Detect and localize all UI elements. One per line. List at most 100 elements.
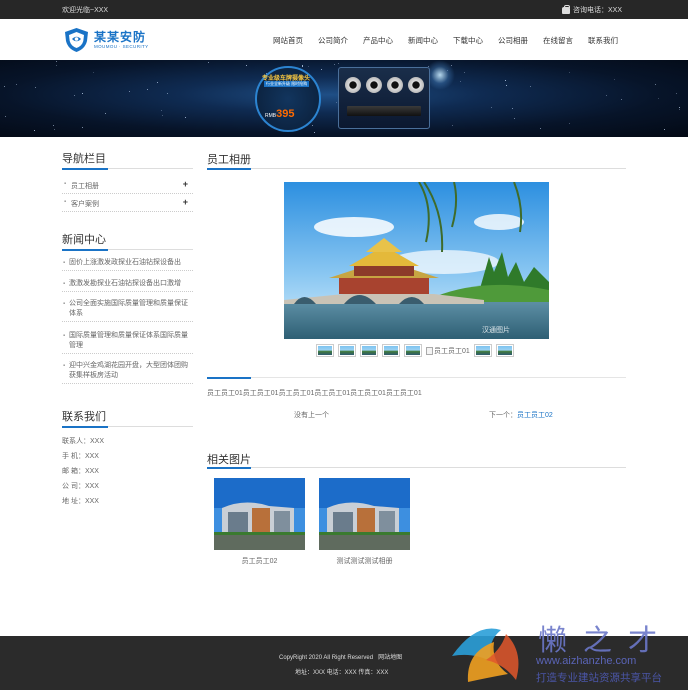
- news-link[interactable]: 迎中兴金鸡湖花园开盘，大型团体团购获集样板房活动: [69, 362, 188, 379]
- sidebar-news-title: 新闻中心: [62, 234, 106, 246]
- divider: [62, 248, 193, 251]
- promo-subtitle: 行业全新升级 限时抢购: [264, 81, 310, 87]
- news-link[interactable]: 固价上涨激发政探业石油钻探设备出: [69, 259, 181, 266]
- news-link[interactable]: 激激发勘探业石油钻探设备出口激增: [69, 280, 181, 287]
- building-photo[interactable]: [214, 478, 305, 550]
- welcome-text: 欢迎光临~XXX: [62, 7, 109, 14]
- thumbnail[interactable]: [496, 344, 514, 357]
- camera-product-image: [338, 67, 430, 129]
- banner: 专业级车牌摄像头 行业全新升级 限时抢购 RMB395: [0, 60, 688, 137]
- next-label: 下一个：: [489, 412, 517, 419]
- star: [679, 107, 680, 108]
- sitemap-link[interactable]: 网站地图: [378, 655, 402, 661]
- price-value: 395: [276, 108, 295, 120]
- top-bar: 欢迎光临~XXX 咨询电话：XXX: [0, 0, 688, 19]
- bullet-icon: ▪: [63, 260, 66, 266]
- camera-icon: [366, 77, 382, 93]
- nav-album[interactable]: 公司相册: [498, 35, 528, 46]
- star: [512, 108, 513, 109]
- thumbnail[interactable]: [360, 344, 378, 357]
- related-card[interactable]: 测试测试测试相册: [319, 478, 410, 566]
- nav-products[interactable]: 产品中心: [363, 35, 393, 46]
- star: [82, 127, 83, 128]
- star: [54, 129, 55, 130]
- related-caption[interactable]: 员工员工02: [214, 556, 305, 566]
- related-caption[interactable]: 测试测试测试相册: [319, 556, 410, 566]
- news-item[interactable]: ▪ 激激发勘探业石油钻探设备出口激增: [62, 279, 193, 292]
- star: [5, 116, 6, 117]
- nav-download[interactable]: 下载中心: [453, 35, 483, 46]
- watermark-url: www.aizhanzhe.com: [536, 655, 637, 667]
- news-item[interactable]: ▪ 固价上涨激发政探业石油钻探设备出: [62, 258, 193, 271]
- star: [621, 99, 622, 100]
- star: [506, 85, 507, 86]
- star: [491, 107, 492, 108]
- thumbnail[interactable]: [338, 344, 356, 357]
- bullet-icon: ▪: [63, 333, 66, 339]
- news-item[interactable]: ▪ 国际质量管理和质量保证体系国际质量管理: [62, 331, 193, 354]
- svg-text:汉通图片: 汉通图片: [482, 325, 510, 334]
- nav-news[interactable]: 新闻中心: [408, 35, 438, 46]
- divider: [207, 466, 626, 469]
- star: [658, 98, 659, 99]
- star: [157, 82, 158, 83]
- nav-message[interactable]: 在线留言: [543, 35, 573, 46]
- thumbnail[interactable]: [474, 344, 492, 357]
- thumbnail[interactable]: [382, 344, 400, 357]
- building-photo[interactable]: [319, 478, 410, 550]
- star: [105, 113, 106, 114]
- star: [569, 123, 570, 124]
- dvr-recorder: [347, 106, 421, 116]
- news-link[interactable]: 国际质量管理和质量保证体系国际质量管理: [69, 332, 188, 349]
- star: [147, 89, 148, 90]
- header: 某某安防 MOUMOU · SECURITY 网站首页 公司简介 产品中心 新闻…: [0, 19, 688, 60]
- footer-copyright-line: CopyRight 2020 All Right Reserved 网站地图: [279, 652, 402, 661]
- related-card[interactable]: 员工员工02: [214, 478, 305, 566]
- contact-company: 公 司：XXX: [62, 483, 99, 490]
- bullet-icon: ▪: [64, 181, 67, 187]
- nav-home[interactable]: 网站首页: [273, 35, 303, 46]
- star: [452, 125, 453, 126]
- phone-icon: [561, 4, 570, 14]
- footer-contact-info: 地址：XXX 电话：XXX 传真：XXX: [295, 670, 389, 676]
- star: [540, 128, 541, 129]
- star: [606, 95, 607, 96]
- news-link[interactable]: 公司全面实施国际质量管理和质量保证体系: [69, 300, 188, 317]
- star: [334, 64, 335, 65]
- logo[interactable]: 某某安防 MOUMOU · SECURITY: [63, 27, 149, 53]
- star: [82, 93, 83, 94]
- contact-email: 邮 箱：XXX: [62, 468, 99, 475]
- nav-about[interactable]: 公司简介: [318, 35, 348, 46]
- album-main-photo[interactable]: 汉通图片: [284, 182, 549, 339]
- star: [16, 84, 17, 85]
- star: [56, 61, 57, 62]
- star: [185, 117, 186, 118]
- star: [167, 93, 168, 94]
- star: [338, 63, 339, 64]
- star: [679, 109, 680, 110]
- thumbnail[interactable]: [316, 344, 334, 357]
- camera-icon: [387, 77, 403, 93]
- bullet-icon: ▪: [63, 281, 66, 287]
- sidebar-item-staff-album[interactable]: ▪ 员工相册 +: [62, 176, 193, 194]
- star: [464, 72, 465, 73]
- plus-icon[interactable]: +: [183, 179, 188, 189]
- shield-logo-icon: [65, 28, 88, 52]
- star: [161, 110, 162, 111]
- nav-contact[interactable]: 联系我们: [588, 35, 618, 46]
- related-title: 相关图片: [207, 454, 251, 466]
- news-item[interactable]: ▪ 公司全面实施国际质量管理和质量保证体系: [62, 299, 193, 322]
- sidebar-item-cases[interactable]: ▪ 客户案例 +: [62, 194, 193, 212]
- star: [676, 93, 677, 94]
- star: [336, 102, 337, 103]
- thumbnail[interactable]: [404, 344, 422, 357]
- next-item: 下一个：员工员工02: [489, 410, 553, 420]
- plus-icon[interactable]: +: [183, 197, 188, 207]
- next-link[interactable]: 员工员工02: [517, 412, 553, 419]
- star: [614, 79, 615, 80]
- news-item[interactable]: ▪ 迎中兴金鸡湖花园开盘，大型团体团购获集样板房活动: [62, 361, 193, 384]
- star: [74, 95, 75, 96]
- thumbnail-broken[interactable]: 员工员工01: [426, 344, 470, 357]
- camera-icon: [408, 77, 424, 93]
- star: [514, 118, 515, 119]
